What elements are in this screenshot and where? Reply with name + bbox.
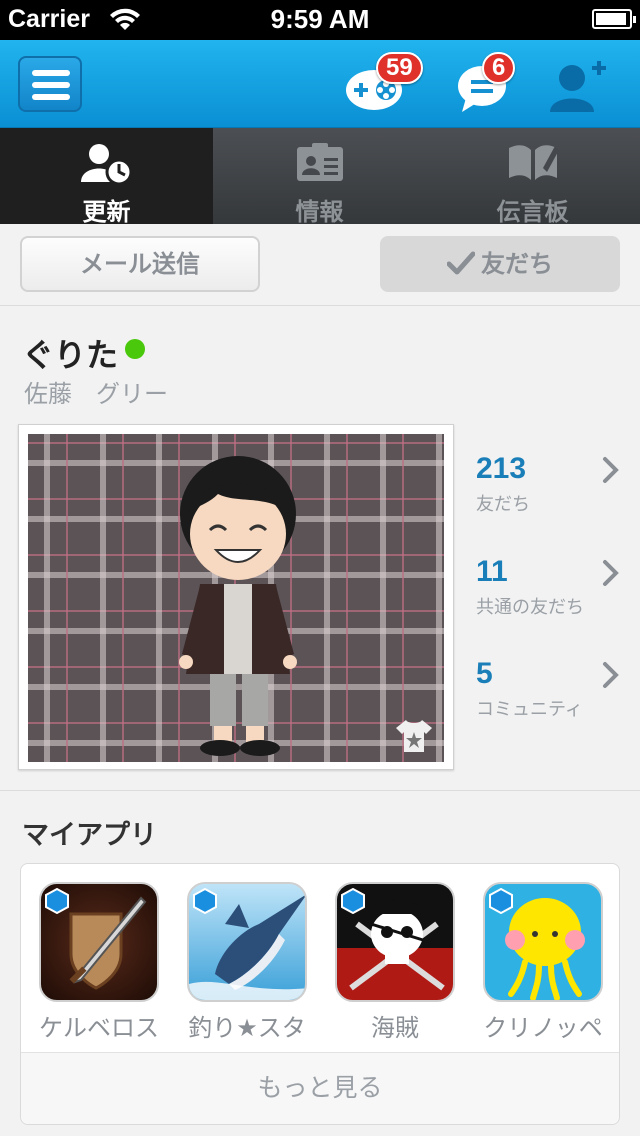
app-name: 海賊 (371, 1014, 419, 1042)
games-badge: 59 (376, 52, 423, 84)
book-pen-icon (508, 145, 559, 180)
app-name: クリノッペ (483, 1014, 603, 1042)
friend-status-button[interactable]: 友だち (380, 236, 620, 292)
tab-label: 伝言板 (496, 198, 569, 226)
action-row: メール送信 友だち (0, 224, 640, 306)
stat-friends[interactable]: 213 友だち (476, 452, 626, 532)
my-apps-section: マイアプリ ケルベロス 釣り★スタ 海賊 クリノッペ もっと見る (0, 790, 640, 1136)
profile-section: ぐりた 佐藤 グリー 213 友だち 11 共通の友だち 5 コミュニティ (0, 306, 640, 790)
app-item[interactable]: 釣り★スタ (169, 882, 317, 1042)
stat-label: コミュニティ (476, 699, 583, 720)
stat-value: 213 (476, 452, 527, 485)
app-icon (483, 882, 603, 1002)
stat-value: 5 (476, 657, 493, 690)
my-apps-card: ケルベロス 釣り★スタ 海賊 クリノッペ もっと見る (20, 863, 620, 1125)
battery-icon (592, 9, 636, 29)
menu-button[interactable] (18, 56, 82, 112)
my-apps-title: マイアプリ (22, 820, 157, 851)
app-icon (187, 882, 307, 1002)
tshirt-star-icon (396, 720, 432, 752)
person-clock-icon (80, 144, 132, 186)
tab-label: 情報 (295, 198, 344, 226)
profile-real-name: 佐藤 グリー (24, 380, 168, 408)
tab-updates[interactable]: 更新 (0, 128, 213, 226)
app-item[interactable]: 海賊 (317, 882, 465, 1042)
tab-bar: 更新 情報 伝言板 (0, 128, 640, 226)
app-icon (39, 882, 159, 1002)
id-card-icon (296, 143, 343, 181)
stat-communities[interactable]: 5 コミュニティ (476, 657, 626, 737)
avatar-character-icon (179, 456, 297, 756)
avatar[interactable] (18, 424, 454, 770)
stat-label: 友だち (476, 494, 530, 515)
messages-badge: 6 (482, 52, 516, 84)
app-icon (335, 882, 455, 1002)
tab-message-board[interactable]: 伝言板 (426, 128, 639, 226)
tab-label: 更新 (82, 198, 131, 226)
installed-hex-icon (341, 888, 365, 914)
profile-nickname: ぐりた (22, 336, 119, 374)
send-mail-button[interactable]: メール送信 (20, 236, 260, 292)
chevron-right-icon (603, 662, 619, 688)
clock: 9:59 AM (270, 4, 370, 34)
menu-line-icon (32, 82, 70, 88)
nav-bar: 59 6 (0, 40, 640, 128)
avatar-image (28, 434, 444, 762)
app-item[interactable]: ケルベロス (21, 882, 169, 1042)
stat-mutual-friends[interactable]: 11 共通の友だち (476, 555, 626, 635)
checkmark-icon (447, 251, 475, 275)
add-user-icon (550, 61, 606, 112)
installed-hex-icon (193, 888, 217, 914)
stat-value: 11 (476, 555, 508, 588)
stat-label: 共通の友だち (476, 597, 584, 618)
installed-hex-icon (45, 888, 69, 914)
menu-line-icon (32, 94, 70, 100)
add-friend-button[interactable] (548, 60, 610, 118)
app-item[interactable]: クリノッペ (465, 882, 613, 1042)
menu-line-icon (32, 70, 70, 76)
friend-status-label: 友だち (481, 250, 553, 278)
online-status-icon (125, 339, 145, 359)
chevron-right-icon (603, 560, 619, 586)
status-bar: Carrier 9:59 AM (0, 0, 640, 40)
see-more-button[interactable]: もっと見る (21, 1052, 619, 1124)
app-name: ケルベロス (39, 1014, 159, 1042)
tab-info[interactable]: 情報 (213, 128, 426, 226)
app-name: 釣り★スタ (188, 1014, 306, 1042)
chevron-right-icon (603, 457, 619, 483)
installed-hex-icon (489, 888, 513, 914)
